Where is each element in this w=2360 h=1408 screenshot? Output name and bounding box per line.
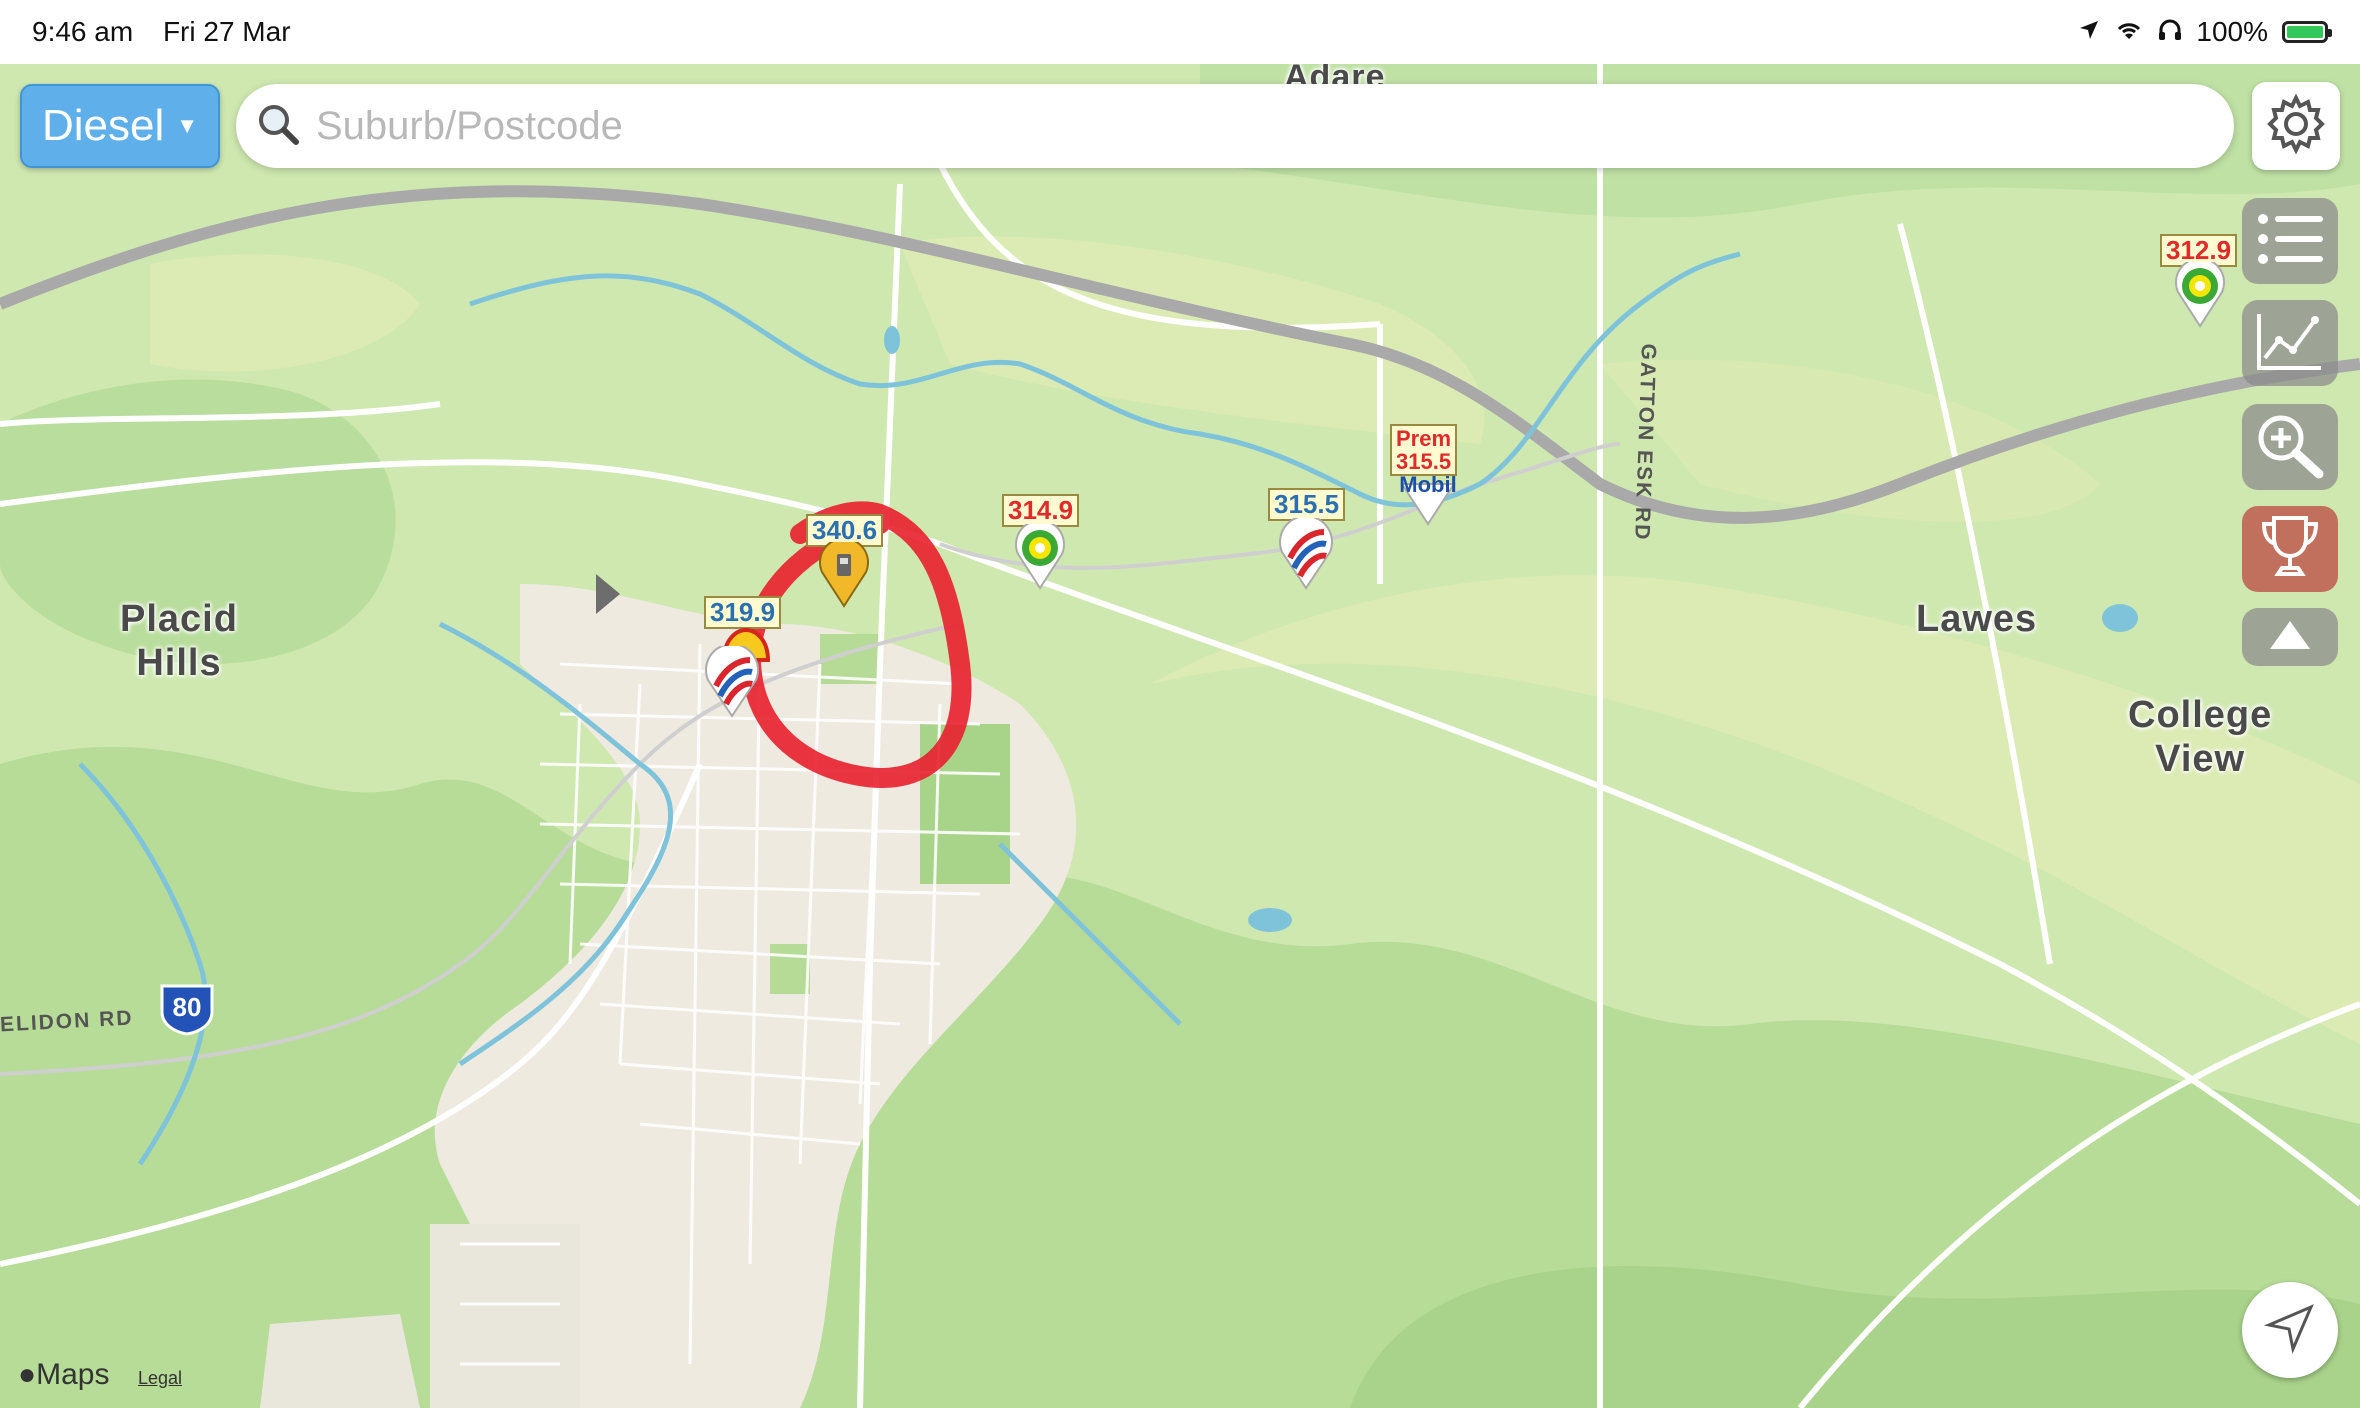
gear-icon <box>2264 92 2328 161</box>
list-icon <box>2255 211 2325 272</box>
highway-shield: 80 <box>158 982 216 1036</box>
location-arrow-icon <box>2078 16 2100 48</box>
status-time: 9:46 am <box>32 16 134 47</box>
list-view-button[interactable] <box>2242 198 2338 284</box>
settings-button[interactable] <box>2252 82 2340 170</box>
place-college-view: College View <box>2128 694 2273 780</box>
battery-icon <box>2282 21 2332 43</box>
search-input[interactable] <box>314 102 2118 150</box>
place-placid-hills: Placid Hills <box>120 598 238 684</box>
magnifier-plus-icon <box>2253 410 2327 485</box>
maps-attribution: ●Maps <box>18 1358 110 1391</box>
headphones-icon <box>2158 16 2182 48</box>
wifi-icon <box>2114 16 2144 48</box>
map-view[interactable]: Placid Hills Lawes College View Adare GATT… <box>0 64 2360 1408</box>
navigation-arrow-icon <box>2263 1301 2317 1360</box>
station-price-319[interactable]: 319.9 <box>704 596 782 630</box>
fuel-type-label: Diesel <box>41 101 165 150</box>
price-chart-button[interactable] <box>2242 300 2338 386</box>
zoom-in-button[interactable] <box>2242 404 2338 490</box>
search-icon <box>256 102 300 151</box>
map-canvas[interactable] <box>0 64 2360 1408</box>
station-price-314[interactable]: 314.9 <box>1002 494 1080 528</box>
leaderboard-button[interactable] <box>2242 506 2338 592</box>
locate-me-button[interactable] <box>2242 1282 2338 1378</box>
apple-logo-icon: ● <box>18 1358 37 1391</box>
triangle-up-icon <box>2268 619 2312 656</box>
station-price-315[interactable]: 315.5 <box>1268 488 1346 522</box>
status-bar: 9:46 am Fri 27 Mar 100% <box>0 0 2360 64</box>
place-lawes: Lawes <box>1916 598 2038 640</box>
collapse-up-button[interactable] <box>2242 608 2338 666</box>
fuel-type-button[interactable]: Diesel ▼ <box>20 84 220 168</box>
status-date: Fri 27 Mar <box>162 16 291 47</box>
trophy-icon <box>2258 514 2322 585</box>
line-chart-icon <box>2255 310 2325 377</box>
search-bar[interactable] <box>236 84 2234 168</box>
station-price-prem[interactable]: Prem 315.5 <box>1390 424 1458 477</box>
battery-percent: 100% <box>2196 16 2268 47</box>
caret-down-icon: ▼ <box>176 113 199 138</box>
legal-link[interactable]: Legal <box>138 1368 182 1389</box>
